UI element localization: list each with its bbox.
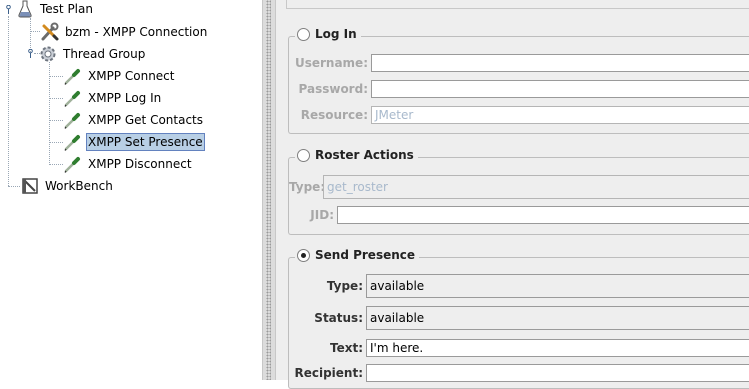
presence-recipient-field[interactable] — [366, 364, 749, 382]
tree-node-xmpp-disconnect[interactable]: XMPP Disconnect — [63, 153, 194, 174]
tree-node-thread-group[interactable]: Thread Group — [38, 43, 147, 64]
send-presence-group: Send Presence Type: available Status: av… — [288, 248, 749, 389]
login-group-legend[interactable]: Log In — [295, 27, 361, 41]
login-group: Log In Username: Password: Resource: JMe… — [288, 27, 749, 134]
tree-node-label: XMPP Connect — [88, 68, 175, 83]
login-title: Log In — [315, 27, 357, 41]
pipette-icon — [64, 68, 80, 85]
divider-grip — [266, 0, 271, 380]
panel-top-border — [286, 0, 749, 9]
flask-icon — [18, 0, 32, 17]
tree-node-label: XMPP Set Presence — [86, 132, 205, 151]
username-label: Username: — [294, 56, 368, 70]
gear-icon — [40, 46, 56, 61]
presence-status-select[interactable]: available — [366, 306, 749, 330]
roster-actions-group: Roster Actions Type: get_roster JID: — [288, 148, 749, 235]
tree-node-label: XMPP Log In — [88, 90, 162, 105]
tree-node-label: Test Plan — [40, 1, 93, 16]
login-radio[interactable] — [297, 27, 310, 41]
workbench-icon — [22, 177, 38, 194]
pipette-icon — [64, 134, 80, 151]
resource-label: Resource: — [300, 108, 368, 122]
presence-recipient-label: Recipient: — [294, 366, 363, 380]
resource-field[interactable]: JMeter — [371, 106, 749, 124]
tree-node-xmpp-get-contacts[interactable]: XMPP Get Contacts — [63, 109, 205, 130]
presence-type-label: Type: — [326, 279, 363, 293]
roster-group-legend[interactable]: Roster Actions — [295, 148, 418, 162]
tree-node-xmpp-set-presence[interactable]: XMPP Set Presence — [63, 131, 205, 152]
tree-node-label: bzm - XMPP Connection — [65, 24, 208, 39]
sampler-config-panel: Log In Username: Password: Resource: JMe… — [276, 0, 749, 389]
tree-node-xmpp-connection[interactable]: bzm - XMPP Connection — [40, 21, 209, 42]
test-plan-tree[interactable]: Test Plan bzm - XMPP Connection Thread G… — [0, 0, 262, 380]
tree-node-label: XMPP Disconnect — [88, 156, 192, 171]
tree-node-xmpp-log-in[interactable]: XMPP Log In — [63, 87, 163, 108]
tree-node-label: WorkBench — [45, 178, 113, 193]
roster-type-select[interactable]: get_roster — [323, 175, 749, 199]
expand-toggle-icon[interactable] — [4, 5, 13, 14]
split-pane-divider[interactable] — [262, 0, 276, 380]
jid-label: JID: — [310, 208, 334, 222]
send-presence-legend[interactable]: Send Presence — [295, 248, 420, 262]
tree-node-test-plan[interactable]: Test Plan — [15, 0, 95, 19]
send-presence-title: Send Presence — [315, 248, 416, 262]
tree-node-label: XMPP Get Contacts — [88, 112, 204, 127]
expand-toggle-icon[interactable] — [26, 49, 35, 58]
pipette-icon — [64, 90, 80, 107]
presence-type-select[interactable]: available — [366, 274, 749, 298]
wrench-screwdriver-icon — [41, 22, 59, 40]
presence-text-label: Text: — [329, 341, 363, 355]
roster-type-label: Type: — [289, 180, 326, 194]
tree-node-workbench[interactable]: WorkBench — [20, 175, 115, 196]
pipette-icon — [64, 112, 80, 129]
tree-node-label: Thread Group — [63, 46, 146, 61]
tree-node-xmpp-connect[interactable]: XMPP Connect — [63, 65, 176, 86]
jid-field[interactable] — [337, 206, 749, 224]
presence-status-label: Status: — [314, 311, 363, 325]
username-field[interactable] — [371, 54, 749, 72]
presence-text-field[interactable]: I'm here. — [366, 339, 749, 357]
password-field[interactable] — [371, 80, 749, 98]
password-label: Password: — [298, 82, 369, 96]
send-presence-radio[interactable] — [297, 248, 310, 262]
roster-actions-radio[interactable] — [297, 148, 310, 162]
roster-actions-title: Roster Actions — [315, 148, 414, 162]
pipette-icon — [64, 156, 80, 173]
